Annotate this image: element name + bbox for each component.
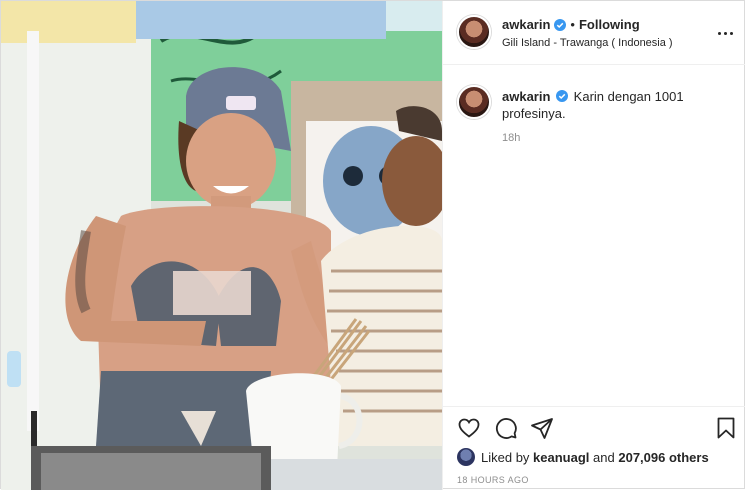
bookmark-icon[interactable]: [714, 416, 738, 440]
author-username[interactable]: awkarin: [502, 17, 550, 32]
following-button[interactable]: Following: [579, 17, 640, 32]
likes-prefix: Liked by: [481, 449, 530, 465]
likes-others-count[interactable]: 207,096 others: [618, 450, 708, 465]
more-horizontal-icon[interactable]: [715, 23, 735, 43]
likes-joiner: and: [593, 449, 615, 465]
separator-dot: •: [570, 17, 575, 32]
post-header: awkarin • Following Gili Island - Trawan…: [443, 1, 745, 65]
header-title-row: awkarin • Following: [502, 17, 640, 32]
heart-icon[interactable]: [457, 416, 481, 440]
caption-author-avatar[interactable]: [457, 85, 491, 119]
author-avatar[interactable]: [457, 15, 491, 49]
action-bar: [443, 406, 745, 446]
post-details-panel: awkarin • Following Gili Island - Trawan…: [442, 1, 745, 490]
post-image: [1, 1, 442, 490]
post-location[interactable]: Gili Island - Trawanga ( Indonesia ): [502, 37, 673, 49]
post-photo[interactable]: [1, 1, 442, 490]
caption-username[interactable]: awkarin: [502, 89, 550, 104]
likes-summary: Liked by keanuagl and 207,096 others: [457, 448, 709, 466]
verified-badge-icon: [556, 90, 569, 102]
caption-timestamp[interactable]: 18h: [502, 132, 520, 144]
instagram-post: awkarin • Following Gili Island - Trawan…: [0, 0, 745, 490]
comment-icon[interactable]: [494, 416, 518, 440]
verified-badge-icon: [554, 18, 567, 31]
liker-username[interactable]: keanuagl: [533, 450, 589, 465]
share-icon[interactable]: [530, 416, 554, 440]
post-date[interactable]: 18 HOURS AGO: [457, 475, 529, 485]
caption-text-block: awkarin Karin dengan 1001 profesinya.: [502, 88, 702, 122]
liker-avatar[interactable]: [457, 448, 475, 466]
